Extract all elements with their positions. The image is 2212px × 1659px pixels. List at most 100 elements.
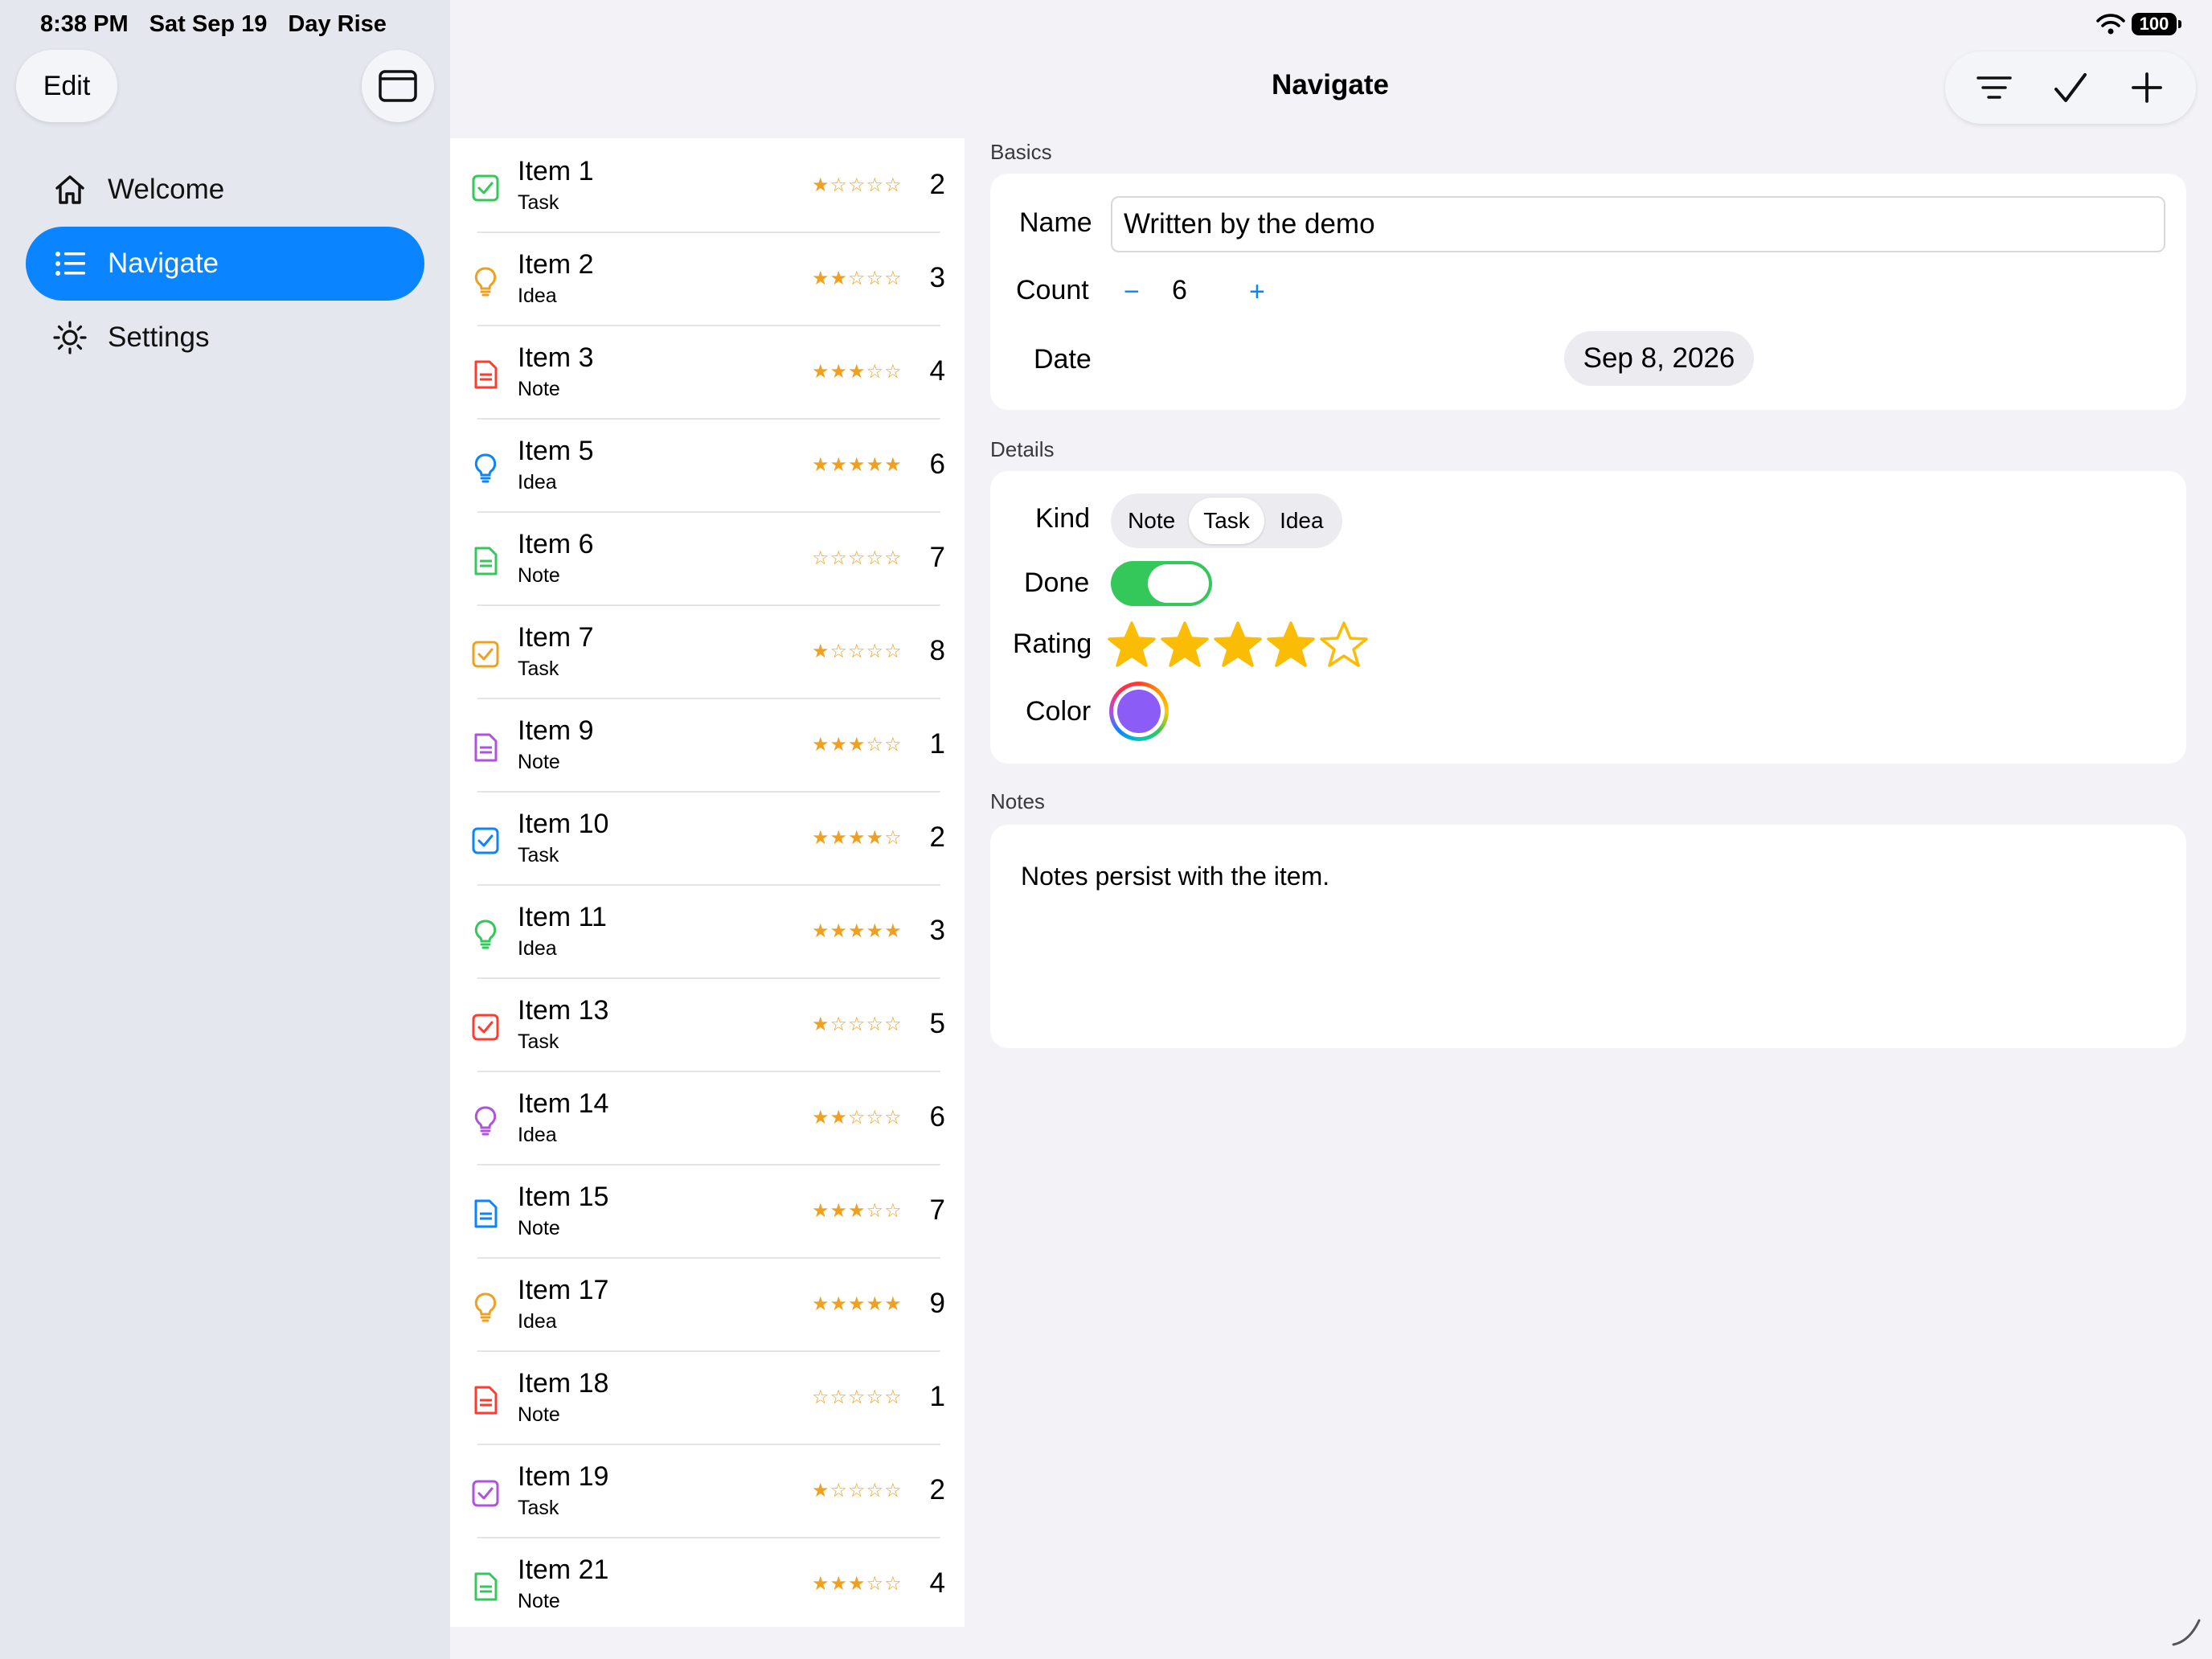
- item-count: 7: [929, 1194, 945, 1226]
- count-label: Count: [1016, 275, 1089, 305]
- sidebar-item-navigate[interactable]: Navigate: [26, 227, 424, 301]
- name-field[interactable]: Written by the demo: [1111, 196, 2165, 252]
- lightbulb-icon: [469, 1291, 502, 1323]
- status-date: Sat Sep 19: [149, 11, 268, 37]
- done-button[interactable]: [2042, 59, 2099, 116]
- filter-icon: [1976, 76, 2013, 99]
- section-header-basics: Basics: [990, 140, 1052, 164]
- list-item[interactable]: Item 7 Task ★☆☆☆☆ 8: [450, 606, 965, 699]
- list-item[interactable]: Item 10 Task ★★★★☆ 2: [450, 793, 965, 886]
- details-card: Kind Note Task Idea Done Rating Color: [990, 471, 2186, 764]
- star-filled-icon[interactable]: [1159, 619, 1210, 674]
- section-header-notes: Notes: [990, 789, 1045, 813]
- document-icon: [469, 731, 502, 764]
- done-label: Done: [1024, 567, 1090, 598]
- item-rating: ★★☆☆☆: [812, 267, 903, 289]
- notes-text[interactable]: Notes persist with the item.: [1021, 862, 1329, 891]
- item-count: 2: [929, 169, 945, 200]
- sidebar-icon: [379, 70, 417, 102]
- list-item[interactable]: Item 6 Note ☆☆☆☆☆ 7: [450, 513, 965, 606]
- list-item[interactable]: Item 2 Idea ★★☆☆☆ 3: [450, 233, 965, 326]
- add-button[interactable]: [2119, 59, 2175, 116]
- edit-button[interactable]: Edit: [16, 50, 117, 122]
- list-item[interactable]: Item 13 Task ★☆☆☆☆ 5: [450, 979, 965, 1072]
- item-kind: Idea: [518, 1310, 557, 1333]
- list-item[interactable]: Item 5 Idea ★★★★★ 6: [450, 420, 965, 513]
- item-rating: ★★★★☆: [812, 826, 903, 849]
- item-count: 1: [929, 1381, 945, 1412]
- rating-control: [1106, 619, 1370, 674]
- wifi-icon: [2096, 14, 2125, 35]
- list-item[interactable]: Item 17 Idea ★★★★★ 9: [450, 1259, 965, 1352]
- item-count: 2: [929, 1474, 945, 1505]
- list-item[interactable]: Item 19 Task ★☆☆☆☆ 2: [450, 1445, 965, 1538]
- toolbar: [1945, 51, 2196, 124]
- item-kind: Task: [518, 1497, 559, 1519]
- sidebar-item-settings[interactable]: Settings: [26, 301, 424, 375]
- star-filled-icon[interactable]: [1212, 619, 1264, 674]
- item-rating: ★★★☆☆: [812, 733, 903, 756]
- sidebar-item-label: Welcome: [108, 174, 225, 205]
- section-header-details: Details: [990, 437, 1055, 461]
- item-kind: Note: [518, 751, 560, 773]
- segment-idea[interactable]: Idea: [1264, 498, 1339, 544]
- color-well[interactable]: [1109, 682, 1169, 741]
- item-rating: ★☆☆☆☆: [812, 1013, 903, 1035]
- item-rating: ☆☆☆☆☆: [812, 1386, 903, 1408]
- item-title: Item 7: [518, 622, 594, 653]
- star-filled-icon[interactable]: [1265, 619, 1317, 674]
- item-rating: ★☆☆☆☆: [812, 174, 903, 196]
- list-item[interactable]: Item 11 Idea ★★★★★ 3: [450, 886, 965, 979]
- sidebar-item-label: Navigate: [108, 248, 219, 279]
- list-item[interactable]: Item 9 Note ★★★☆☆ 1: [450, 699, 965, 793]
- list-item[interactable]: Item 18 Note ☆☆☆☆☆ 1: [450, 1352, 965, 1445]
- done-toggle[interactable]: [1111, 561, 1212, 606]
- item-count: 6: [929, 1101, 945, 1133]
- segment-task[interactable]: Task: [1189, 498, 1264, 544]
- star-empty-icon[interactable]: [1318, 619, 1370, 674]
- item-rating: ★★★★★: [812, 920, 903, 942]
- list-item[interactable]: Item 1 Task ★☆☆☆☆ 2: [450, 140, 965, 233]
- item-title: Item 6: [518, 529, 594, 559]
- star-filled-icon[interactable]: [1106, 619, 1157, 674]
- item-kind: Idea: [518, 471, 557, 494]
- segment-note[interactable]: Note: [1114, 498, 1189, 544]
- sun-icon: [51, 319, 88, 356]
- filter-button[interactable]: [1966, 59, 2022, 116]
- item-title: Item 9: [518, 715, 594, 746]
- plus-icon: [2131, 72, 2162, 103]
- lightbulb-icon: [469, 452, 502, 484]
- item-kind: Note: [518, 1590, 560, 1612]
- count-decrement-button[interactable]: −: [1124, 276, 1140, 308]
- item-rating: ☆☆☆☆☆: [812, 547, 903, 569]
- item-title: Item 11: [518, 902, 607, 932]
- item-count: 2: [929, 821, 945, 853]
- item-kind: Idea: [518, 285, 557, 307]
- item-kind: Note: [518, 1403, 560, 1426]
- status-time: 8:38 PM: [40, 11, 129, 37]
- sidebar-toggle-button[interactable]: [362, 50, 434, 122]
- item-title: Item 19: [518, 1461, 609, 1492]
- list-item[interactable]: Item 21 Note ★★★☆☆ 4: [450, 1538, 965, 1627]
- checkbox-icon: [469, 1011, 502, 1043]
- rating-label: Rating: [1013, 629, 1092, 659]
- notes-card[interactable]: Notes persist with the item.: [990, 825, 2186, 1048]
- count-increment-button[interactable]: +: [1249, 276, 1265, 308]
- sidebar: 8:38 PM Sat Sep 19 Day Rise Edit Welcome…: [0, 0, 450, 1659]
- document-icon: [469, 1384, 502, 1416]
- sidebar-item-welcome[interactable]: Welcome: [26, 153, 424, 227]
- item-list[interactable]: Item 1 Task ★☆☆☆☆ 2 Item 2 Idea ★★☆☆☆ 3 …: [450, 138, 965, 1627]
- list-item[interactable]: Item 14 Idea ★★☆☆☆ 6: [450, 1072, 965, 1165]
- list-item[interactable]: Item 15 Note ★★★☆☆ 7: [450, 1165, 965, 1259]
- pencil-indicator-icon: [2172, 1619, 2201, 1646]
- document-icon: [469, 1198, 502, 1230]
- checkbox-icon: [469, 825, 502, 857]
- item-kind: Task: [518, 1030, 559, 1053]
- item-count: 4: [929, 1567, 945, 1599]
- house-icon: [51, 171, 88, 208]
- document-icon: [469, 545, 502, 577]
- item-title: Item 17: [518, 1275, 609, 1305]
- item-kind: Note: [518, 378, 560, 400]
- list-item[interactable]: Item 3 Note ★★★☆☆ 4: [450, 326, 965, 420]
- date-picker[interactable]: Sep 8, 2026: [1564, 331, 1754, 386]
